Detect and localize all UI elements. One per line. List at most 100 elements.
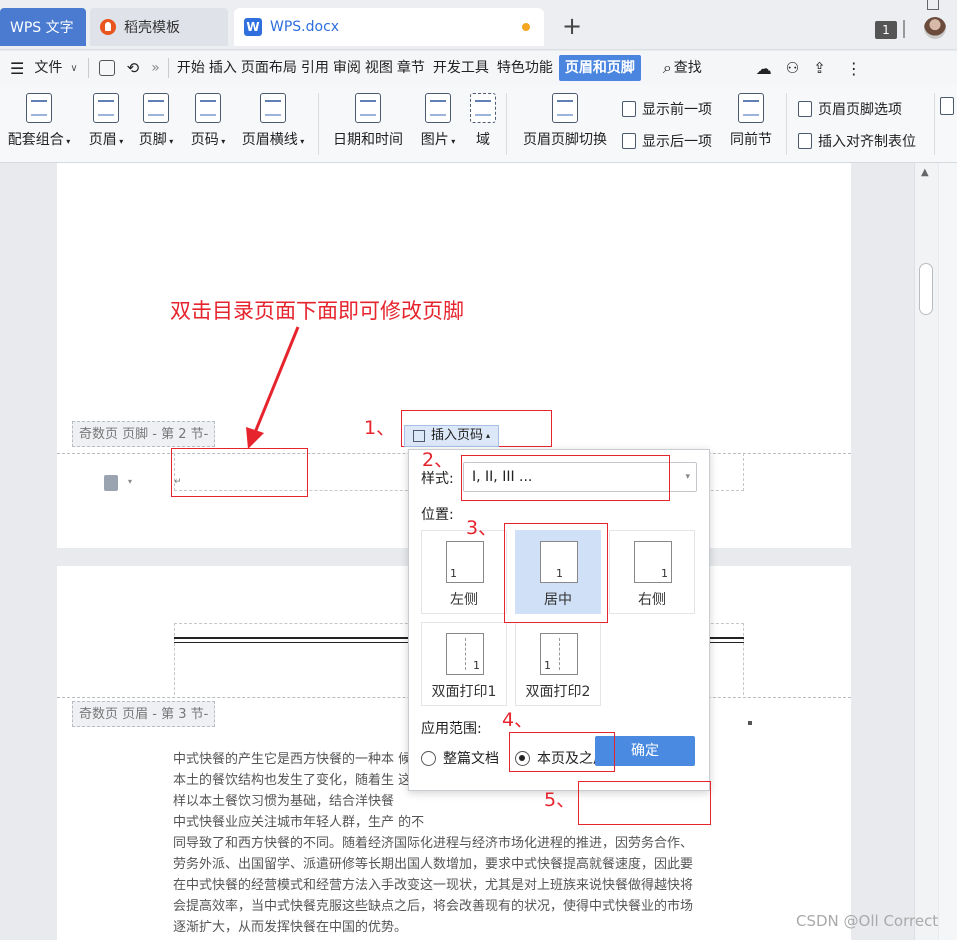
page-number-icon: [413, 430, 425, 442]
picture-button[interactable]: 图片 ▾: [416, 93, 460, 149]
format-painter-icon[interactable]: ⟲: [127, 59, 140, 77]
menu-features[interactable]: 特色功能: [495, 55, 555, 81]
step-5-label: 5、: [544, 789, 576, 811]
more-menus-icon[interactable]: »: [149, 55, 162, 81]
scroll-up-icon[interactable]: ▲: [921, 167, 929, 178]
tab-wps-writer[interactable]: WPS 文字: [0, 8, 86, 46]
show-previous-button[interactable]: 显示前一项: [622, 99, 712, 119]
share-icon[interactable]: ⇪: [813, 59, 826, 77]
insert-tab-stop-label: 插入对齐制表位: [818, 134, 916, 150]
dropdown-arrow-icon: ▾: [448, 137, 456, 146]
chevron-down-icon[interactable]: ∨: [70, 63, 77, 74]
highlight-step-2: [461, 455, 670, 501]
avatar[interactable]: [924, 17, 946, 39]
scope-label: 应用范围:: [421, 721, 482, 737]
position-left[interactable]: 1 左侧: [421, 530, 507, 614]
step-3-label: 3、: [466, 517, 498, 539]
tab-document[interactable]: W WPS.docx: [234, 8, 544, 46]
menu-file[interactable]: 文件: [32, 55, 64, 81]
show-previous-label: 显示前一项: [642, 102, 712, 118]
combo-label: 配套组合: [7, 132, 64, 148]
header-footer-switch-button[interactable]: 页眉页脚切换: [518, 93, 612, 149]
same-as-previous-icon: [738, 93, 764, 123]
chevron-down-icon[interactable]: ▾: [128, 477, 132, 486]
ribbon-separator: [318, 93, 319, 155]
ribbon-separator: [934, 93, 935, 155]
cloud-icon[interactable]: ☁: [756, 59, 772, 78]
page-number-preview: 1: [473, 659, 480, 672]
menu-chapter[interactable]: 章节: [395, 55, 427, 81]
menu-review[interactable]: 审阅: [331, 55, 363, 81]
header-line-button[interactable]: 页眉横线 ▾: [238, 93, 308, 149]
footer-icon: [143, 93, 169, 123]
page-preview-icon: 1: [540, 633, 578, 675]
text-line: 逐渐扩大，从而发挥快餐在中国的优势。: [173, 920, 408, 935]
menu-references[interactable]: 引用: [299, 55, 331, 81]
picture-icon: [425, 93, 451, 123]
step-4-label: 4、: [502, 709, 534, 731]
window-count-badge[interactable]: 1: [875, 21, 897, 39]
menu-header-footer[interactable]: 页眉和页脚: [558, 55, 641, 81]
page-preview-icon: 1: [446, 541, 484, 583]
vertical-scrollbar[interactable]: ▲: [914, 163, 938, 940]
field-button[interactable]: 域: [468, 93, 498, 149]
ribbon-overflow-icon[interactable]: [940, 97, 954, 115]
position-label: 位置:: [421, 507, 454, 523]
insert-page-number-button[interactable]: 插入页码 ▴: [404, 425, 500, 447]
radio-icon: [421, 750, 436, 766]
show-next-icon: [622, 133, 636, 149]
tab-wps-label: WPS 文字: [10, 20, 74, 36]
hf-options-label: 页眉页脚选项: [818, 102, 902, 118]
text-line: 会提高效率，当中式快餐克服这些缺点之后，将会改善现有的状况，使得中式快餐业的市场: [173, 899, 694, 914]
combo-button[interactable]: 配套组合 ▾: [4, 93, 74, 149]
menu-page-layout[interactable]: 页面布局: [239, 55, 299, 81]
menu-home[interactable]: 开始: [175, 55, 207, 81]
switch-label: 页眉页脚切换: [523, 132, 607, 148]
scope-whole-document-label: 整篇文档: [443, 751, 499, 767]
insert-tab-stop-button[interactable]: 插入对齐制表位: [798, 131, 916, 151]
restore-icon[interactable]: [927, 0, 939, 10]
same-as-previous-button[interactable]: 同前节: [728, 93, 774, 149]
footer-button[interactable]: 页脚 ▾: [134, 93, 178, 149]
position-right-label: 右侧: [638, 592, 666, 608]
new-tab-button[interactable]: +: [562, 12, 582, 40]
menu-developer[interactable]: 开发工具: [431, 55, 491, 81]
menu-search[interactable]: 查找: [672, 55, 704, 81]
step-2-label: 2、: [422, 449, 454, 471]
page-number-icon: [195, 93, 221, 123]
scrollbar-thumb[interactable]: [919, 263, 933, 315]
position-left-label: 左侧: [450, 592, 478, 608]
text-line: 劳务外派、出国留学、派遣研修等长期出国人数增加，要求中式快餐提高就餐速度，因此要: [173, 857, 694, 872]
page-number-preview: 1: [661, 567, 668, 580]
document-canvas[interactable]: 奇数页 页脚 - 第 2 节- ▾ ↵ 奇数页 页眉 - 第 3 节- 中式快餐…: [0, 163, 957, 940]
page-number-button[interactable]: 页码 ▾: [186, 93, 230, 149]
position-duplex-2[interactable]: 1 双面打印2: [515, 622, 601, 706]
menu-view[interactable]: 视图: [363, 55, 395, 81]
footer-section-tag: 奇数页 页脚 - 第 2 节-: [72, 421, 216, 447]
search-icon[interactable]: ⌕: [663, 58, 672, 78]
more-options-icon[interactable]: ⋮: [846, 59, 862, 78]
dropdown-arrow-icon: ▾: [166, 137, 174, 146]
tab-template[interactable]: 稻壳模板: [90, 8, 228, 46]
header-icon: [93, 93, 119, 123]
insert-tab-stop-icon: [798, 133, 812, 149]
header-button[interactable]: 页眉 ▾: [84, 93, 128, 149]
right-side-panel: [939, 163, 957, 940]
footer-options-icon[interactable]: [104, 475, 118, 491]
position-duplex-1[interactable]: 1 双面打印1: [421, 622, 507, 706]
save-icon[interactable]: [98, 60, 115, 76]
dropdown-arrow-icon: ▾: [63, 137, 71, 146]
wps-writer-icon: W: [244, 18, 262, 36]
show-next-button[interactable]: 显示后一项: [622, 131, 712, 151]
ribbon-separator: [506, 93, 507, 155]
position-duplex-2-label: 双面打印2: [525, 684, 591, 700]
hamburger-icon[interactable]: ☰: [10, 59, 24, 78]
datetime-button[interactable]: 日期和时间: [330, 93, 406, 149]
scope-whole-document-radio[interactable]: 整篇文档: [421, 748, 499, 768]
picture-label: 图片: [420, 132, 449, 148]
position-right[interactable]: 1 右侧: [609, 530, 695, 614]
share-user-icon[interactable]: ⚇: [786, 59, 799, 77]
vertical-divider: [87, 58, 89, 78]
menu-insert[interactable]: 插入: [207, 55, 239, 81]
hf-options-button[interactable]: 页眉页脚选项: [798, 99, 902, 119]
